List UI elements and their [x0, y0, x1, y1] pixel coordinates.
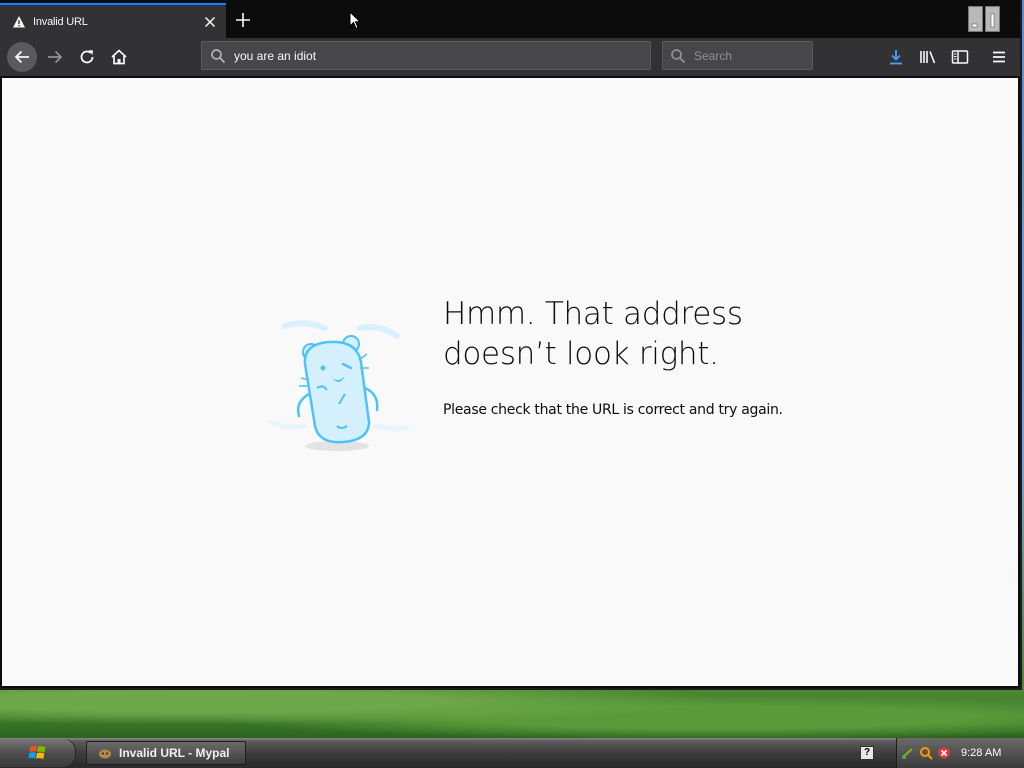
- hamburger-menu-icon: [993, 51, 1005, 63]
- url-text[interactable]: you are an idiot: [234, 49, 316, 63]
- network-icon[interactable]: [901, 746, 915, 760]
- library-icon: [920, 51, 936, 64]
- new-tab-button[interactable]: [233, 10, 253, 30]
- back-button[interactable]: [7, 42, 37, 72]
- tab-title: Invalid URL: [33, 15, 88, 28]
- downloads-button[interactable]: [885, 46, 907, 68]
- error-description: Please check that the URL is correct and…: [443, 402, 783, 418]
- home-button[interactable]: [104, 42, 134, 72]
- clock[interactable]: 9:28 AM: [961, 747, 1001, 759]
- sidebar-button[interactable]: [949, 46, 971, 68]
- error-title: Hmm. That address doesn’t look right.: [443, 296, 743, 372]
- close-icon[interactable]: [202, 14, 218, 30]
- sidebar-icon: [951, 50, 969, 64]
- search-icon: [671, 48, 686, 63]
- taskbar-item-browser[interactable]: Invalid URL - Mypal: [86, 741, 246, 765]
- home-icon: [111, 49, 127, 65]
- page-content: Hmm. That address doesn’t look right. Pl…: [2, 78, 1018, 686]
- confused-hamster-illustration: [268, 320, 410, 451]
- search-placeholder[interactable]: Search: [694, 49, 732, 63]
- reload-icon: [80, 50, 94, 64]
- search-icon: [211, 48, 226, 63]
- library-button[interactable]: [917, 46, 939, 68]
- mouse-cursor-icon: [349, 11, 361, 30]
- minimize-button[interactable]: [968, 6, 983, 32]
- menu-button[interactable]: [988, 46, 1010, 68]
- desktop-wallpaper-grass: [0, 686, 1024, 738]
- browser-window: Invalid URL you are an idiot Search Hmm.…: [0, 0, 1022, 690]
- reload-button[interactable]: [72, 42, 102, 72]
- system-tray: 9:28 AM: [896, 738, 1024, 768]
- back-arrow-icon: [14, 50, 29, 64]
- search-bar[interactable]: Search: [662, 41, 813, 70]
- navigation-toolbar: you are an idiot Search: [0, 38, 1020, 76]
- tab-invalid-url[interactable]: Invalid URL: [0, 3, 226, 38]
- search-icon[interactable]: [919, 746, 933, 760]
- plus-icon: [236, 13, 250, 27]
- taskbar-item-label: Invalid URL - Mypal: [119, 746, 230, 760]
- warning-icon: [12, 15, 26, 29]
- url-bar[interactable]: you are an idiot: [201, 41, 651, 70]
- tab-strip: Invalid URL: [0, 0, 1020, 38]
- security-alert-icon[interactable]: [937, 746, 951, 760]
- download-icon: [890, 50, 902, 65]
- forward-arrow-icon: [48, 50, 63, 64]
- help-icon[interactable]: ?: [860, 746, 874, 760]
- mypal-browser-icon: [97, 748, 113, 759]
- windows-logo-icon: [28, 745, 46, 759]
- forward-button[interactable]: [40, 42, 70, 72]
- start-button[interactable]: [0, 739, 76, 767]
- window-controls[interactable]: [968, 6, 1000, 32]
- close-window-button[interactable]: [985, 6, 1000, 32]
